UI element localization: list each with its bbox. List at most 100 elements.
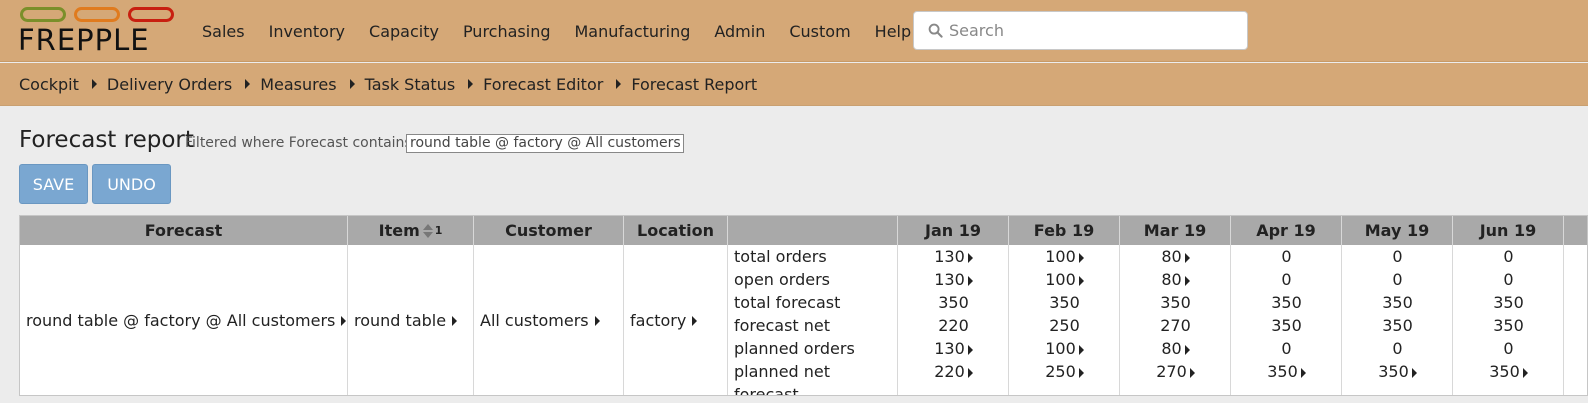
header-period-apr19[interactable]: Apr 19 [1231,216,1342,245]
value-cell: 220 [898,314,1009,337]
top-navbar: FREPPLE Sales Inventory Capacity Purchas… [0,0,1588,62]
header-forecast[interactable]: Forecast [20,216,348,245]
caret-right-icon[interactable] [341,315,347,326]
value-cell[interactable]: 350 [1231,360,1342,383]
menu-custom[interactable]: Custom [777,22,862,41]
logo-pill-red [128,7,174,22]
caret-right-icon[interactable] [967,344,973,355]
value-cell[interactable]: 220 [898,360,1009,383]
caret-right-icon[interactable] [1522,367,1528,378]
measure-label: total orders [734,247,827,266]
caret-right-icon[interactable] [967,367,973,378]
breadcrumb-measures[interactable]: Measures [260,75,336,94]
filter-value-field[interactable]: round table @ factory @ All customers [406,134,684,153]
header-period-mar19[interactable]: Mar 19 [1120,216,1231,245]
value-text: 100 [1045,247,1076,266]
value-cell[interactable]: 350 [1453,360,1564,383]
search-box[interactable] [913,11,1248,50]
breadcrumb-task-status[interactable]: Task Status [365,75,456,94]
value-cell[interactable]: 100 [1009,268,1120,291]
value-cell: 350 [1120,291,1231,314]
value-text: 350 [1378,362,1409,381]
value-cell: 270 [1120,314,1231,337]
value-cell[interactable]: 100 [1009,337,1120,360]
menu-purchasing[interactable]: Purchasing [451,22,563,41]
header-customer[interactable]: Customer [474,216,624,245]
value-text: 220 [934,362,965,381]
caret-right-icon[interactable] [967,275,973,286]
header-item[interactable]: Item 1 [348,216,474,245]
logo-text: FREPPLE [18,23,150,57]
value-text: 0 [1281,339,1292,358]
menu-sales[interactable]: Sales [190,22,257,41]
header-period-jun19[interactable]: Jun 19 [1453,216,1564,245]
location-name: factory [630,311,687,330]
sort-icon[interactable] [422,223,433,238]
caret-right-icon[interactable] [1078,344,1084,355]
value-cell[interactable]: 80 [1120,245,1231,268]
header-period-may19[interactable]: May 19 [1342,216,1453,245]
sort-index: 1 [434,224,443,237]
caret-right-icon[interactable] [692,315,698,326]
search-icon [928,23,943,38]
cell-forecast[interactable]: round table @ factory @ All customers [20,245,348,395]
undo-button[interactable]: UNDO [92,164,171,204]
value-text: 100 [1045,339,1076,358]
search-input[interactable] [949,21,1239,40]
measure-label: total forecast [734,293,841,312]
caret-right-icon[interactable] [1078,367,1084,378]
cell-item[interactable]: round table [348,245,474,395]
value-cell[interactable]: 250 [1009,360,1120,383]
cell-customer[interactable]: All customers [474,245,624,395]
value-cell[interactable]: 130 [898,245,1009,268]
measure-label: open orders [734,270,831,289]
caret-right-icon[interactable] [1300,367,1306,378]
value-cell[interactable]: 80 [1120,268,1231,291]
caret-right-icon[interactable] [1411,367,1417,378]
save-button[interactable]: SAVE [19,164,88,204]
header-measure [728,216,898,245]
value-cell: 250 [1009,314,1120,337]
value-text: 350 [1271,293,1302,312]
header-location[interactable]: Location [624,216,728,245]
frepple-logo[interactable]: FREPPLE [18,6,174,58]
value-cell: 350 [1231,314,1342,337]
caret-right-icon[interactable] [1078,252,1084,263]
value-text: 0 [1281,247,1292,266]
menu-manufacturing[interactable]: Manufacturing [563,22,703,41]
value-cell: 0 [1342,268,1453,291]
value-cell[interactable]: 350 [1342,360,1453,383]
caret-right-icon[interactable] [1189,367,1195,378]
filter-description: Filtered where Forecast contains [185,135,412,151]
values-jan19: 130 130 350 220 130 220 [898,245,1009,383]
value-text: 250 [1049,316,1080,335]
header-period-jan19[interactable]: Jan 19 [898,216,1009,245]
value-text: 80 [1161,339,1182,358]
value-text: 350 [1049,293,1080,312]
caret-right-icon[interactable] [594,315,600,326]
caret-right-icon[interactable] [1184,344,1190,355]
cell-location[interactable]: factory [624,245,728,395]
menu-inventory[interactable]: Inventory [257,22,357,41]
header-period-feb19[interactable]: Feb 19 [1009,216,1120,245]
caret-right-icon[interactable] [452,315,458,326]
value-cell[interactable]: 100 [1009,245,1120,268]
caret-right-icon[interactable] [1184,275,1190,286]
values-mar19: 80 80 350 270 80 270 [1120,245,1231,383]
breadcrumb-forecast-report[interactable]: Forecast Report [631,75,757,94]
breadcrumb-cockpit[interactable]: Cockpit [19,75,79,94]
value-cell[interactable]: 130 [898,337,1009,360]
breadcrumb-delivery-orders[interactable]: Delivery Orders [107,75,232,94]
breadcrumb-separator-icon [91,79,97,89]
breadcrumb-forecast-editor[interactable]: Forecast Editor [483,75,603,94]
value-cell[interactable]: 270 [1120,360,1231,383]
value-cell[interactable]: 80 [1120,337,1231,360]
caret-right-icon[interactable] [1078,275,1084,286]
value-text: 250 [1045,362,1076,381]
menu-capacity[interactable]: Capacity [357,22,451,41]
caret-right-icon[interactable] [1184,252,1190,263]
caret-right-icon[interactable] [967,252,973,263]
values-may19: 0 0 350 350 0 350 [1342,245,1453,383]
value-cell[interactable]: 130 [898,268,1009,291]
menu-admin[interactable]: Admin [702,22,777,41]
